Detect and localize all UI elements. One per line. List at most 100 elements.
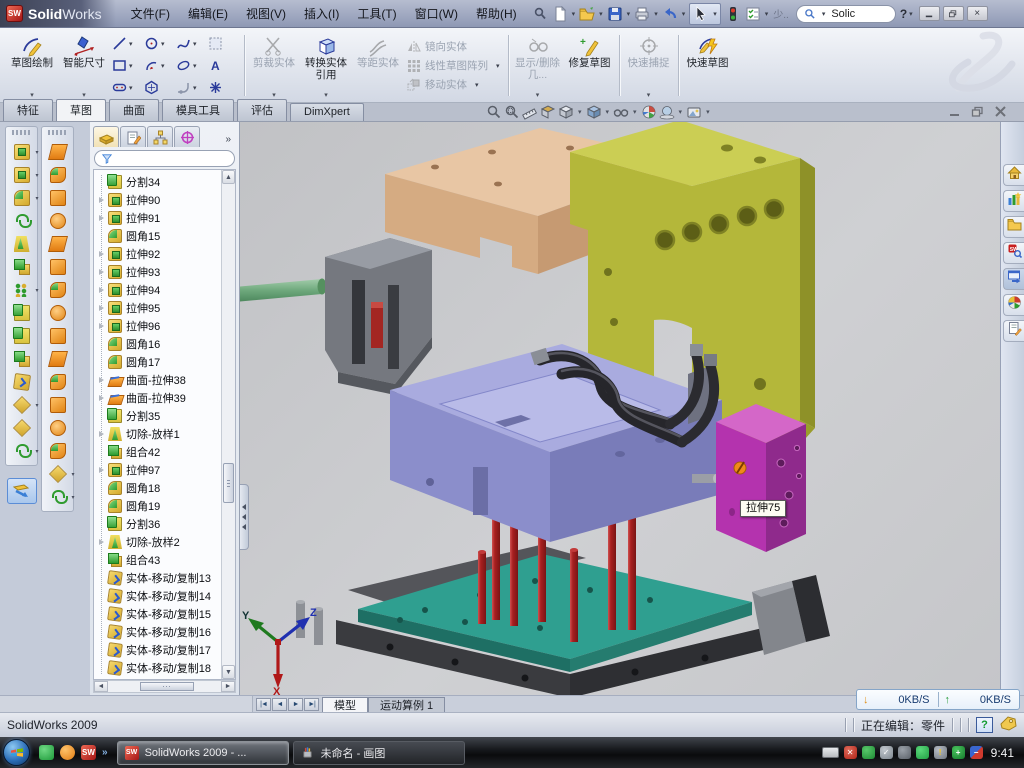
move-entities-button[interactable]: 移动实体▾ bbox=[407, 77, 502, 92]
tree-item[interactable]: 组合43 bbox=[97, 551, 221, 569]
sketch-fillet-dropdown-icon[interactable]: ▾ bbox=[193, 84, 197, 92]
print-dropdown-icon[interactable]: ▾ bbox=[654, 10, 658, 18]
ribbon-tab-3[interactable]: 模具工具 bbox=[162, 99, 234, 121]
features-tool-7[interactable] bbox=[14, 305, 30, 321]
new-document-icon[interactable] bbox=[550, 4, 570, 24]
expand-arrow-icon[interactable] bbox=[99, 287, 104, 293]
messenger-icon[interactable] bbox=[39, 745, 54, 760]
pin-icon[interactable] bbox=[530, 4, 550, 24]
surfaces-tool-11[interactable] bbox=[50, 397, 66, 413]
taskpane-tab-view-palette[interactable] bbox=[1003, 268, 1024, 290]
zoom-fit-icon[interactable] bbox=[486, 104, 502, 120]
restore-button[interactable] bbox=[943, 6, 964, 21]
rapid-sketch-button[interactable]: 快速草图 bbox=[682, 30, 734, 101]
minimize-button[interactable] bbox=[919, 6, 940, 21]
features-tool-0-dropdown-icon[interactable]: ▾ bbox=[35, 149, 38, 156]
expand-arrow-icon[interactable] bbox=[99, 395, 104, 401]
slot-tool[interactable]: ▾ bbox=[112, 77, 143, 98]
search-box[interactable]: ▾ Solic bbox=[796, 5, 896, 23]
options-checklist-icon[interactable] bbox=[743, 4, 763, 24]
circle-tool[interactable]: ▾ bbox=[144, 33, 175, 54]
features-tool-6-dropdown-icon[interactable]: ▾ bbox=[35, 287, 38, 294]
ribbon-tab-2[interactable]: 曲面 bbox=[109, 99, 159, 121]
scroll-track[interactable] bbox=[109, 681, 220, 692]
expand-arrow-icon[interactable] bbox=[99, 539, 104, 545]
open-dropdown-icon[interactable]: ▾ bbox=[599, 10, 603, 18]
taskpane-tab-custom-properties[interactable] bbox=[1003, 320, 1024, 342]
display-style-icon[interactable] bbox=[586, 104, 602, 120]
taskpane-tab-file-explorer[interactable] bbox=[1003, 216, 1024, 238]
features-tool-13-dropdown-icon[interactable]: ▾ bbox=[35, 448, 38, 455]
menu-item-5[interactable]: 窗口(W) bbox=[406, 1, 467, 26]
tree-horizontal-scrollbar[interactable]: ◄ ► bbox=[93, 680, 236, 693]
select-dropdown-icon[interactable]: ▾ bbox=[713, 10, 717, 18]
tree-item[interactable]: 实体-移动/复制18 bbox=[97, 659, 221, 677]
surfaces-tool-14[interactable]: ▾ bbox=[50, 466, 66, 482]
update-ok-tray-icon[interactable]: ✓ bbox=[880, 746, 893, 759]
display-delete-relations-button[interactable]: 显示/删除几... ▾ bbox=[512, 30, 564, 101]
quick-tips-help-button[interactable]: ? bbox=[976, 717, 993, 733]
smart-dimension-button[interactable]: 智能尺寸 ▾ bbox=[58, 30, 110, 101]
rectangle-tool[interactable]: ▾ bbox=[112, 55, 143, 76]
camera-icon[interactable] bbox=[686, 104, 702, 120]
scroll-down-icon[interactable]: ▼ bbox=[222, 665, 235, 679]
defender-tray-icon[interactable] bbox=[862, 746, 875, 759]
surfaces-tool-13[interactable] bbox=[50, 443, 66, 459]
menu-item-1[interactable]: 编辑(E) bbox=[179, 1, 237, 26]
quick-snaps-dropdown-icon[interactable]: ▾ bbox=[647, 91, 651, 101]
polygon-tool[interactable] bbox=[144, 77, 175, 98]
tree-item[interactable]: 曲面-拉伸38 bbox=[97, 371, 221, 389]
scroll-left-icon[interactable]: ◄ bbox=[94, 681, 108, 692]
tab-model[interactable]: 模型 bbox=[322, 697, 368, 712]
tree-item[interactable]: 圆角17 bbox=[97, 353, 221, 371]
display-style-dropdown-icon[interactable]: ▾ bbox=[606, 108, 610, 116]
section-view-icon[interactable] bbox=[540, 104, 556, 120]
scroll-thumb[interactable] bbox=[140, 682, 194, 691]
taskbar-window-solidworks[interactable]: SW SolidWorks 2009 - ... bbox=[117, 741, 289, 765]
ribbon-tab-1[interactable]: 草图 bbox=[56, 99, 106, 121]
menu-item-3[interactable]: 插入(I) bbox=[295, 1, 348, 26]
panel-overflow-chevron[interactable]: » bbox=[220, 134, 236, 147]
appearance-icon[interactable] bbox=[641, 104, 657, 120]
expand-arrow-icon[interactable] bbox=[99, 215, 104, 221]
tree-item[interactable]: 圆角15 bbox=[97, 227, 221, 245]
features-tool-2-dropdown-icon[interactable]: ▾ bbox=[35, 195, 38, 202]
tree-item[interactable]: 实体-移动/复制15 bbox=[97, 605, 221, 623]
taskpane-tab-home[interactable] bbox=[1003, 164, 1024, 186]
tree-item[interactable]: 分割34 bbox=[97, 173, 221, 191]
updates-pending-tray-icon[interactable]: − bbox=[970, 746, 983, 759]
search-input[interactable]: Solic bbox=[831, 8, 855, 20]
options-dropdown-icon[interactable]: ▾ bbox=[765, 10, 769, 18]
solidworks-quicklaunch-icon[interactable]: SW bbox=[81, 745, 96, 760]
tree-item[interactable]: 拉伸95 bbox=[97, 299, 221, 317]
hide-show-icon[interactable] bbox=[613, 104, 629, 120]
linear-sketch-pattern-button[interactable]: 线性草图阵列▾ bbox=[407, 58, 502, 73]
expand-arrow-icon[interactable] bbox=[99, 431, 104, 437]
expand-arrow-icon[interactable] bbox=[99, 305, 104, 311]
quick-snaps-button[interactable]: 快速捕捉 ▾ bbox=[623, 30, 675, 101]
toolbar-overflow-label[interactable]: 少.. bbox=[770, 6, 792, 21]
sketch-fillet-tool[interactable]: ▾ bbox=[176, 77, 207, 98]
surfaces-tool-3[interactable] bbox=[50, 213, 66, 229]
security-alert-tray-icon[interactable]: ✕ bbox=[844, 746, 857, 759]
features-tool-10[interactable] bbox=[14, 374, 30, 390]
taskpane-tab-solidworks-search[interactable]: SW bbox=[1003, 242, 1024, 264]
arc-dropdown-icon[interactable]: ▾ bbox=[161, 62, 165, 70]
menu-item-2[interactable]: 视图(V) bbox=[237, 1, 295, 26]
features-tool-13[interactable]: ▾ bbox=[14, 443, 30, 459]
expand-arrow-icon[interactable] bbox=[99, 467, 104, 473]
ribbon-tab-5[interactable]: DimXpert bbox=[290, 103, 364, 121]
view-orientation-dropdown-icon[interactable]: ▾ bbox=[578, 108, 582, 116]
toolbar-drag-handle[interactable] bbox=[12, 130, 32, 135]
ribbon-tab-0[interactable]: 特征 bbox=[3, 99, 53, 121]
doc-minimize-button[interactable] bbox=[946, 105, 962, 118]
surfaces-tool-8[interactable] bbox=[50, 328, 66, 344]
undo-icon[interactable] bbox=[660, 4, 680, 24]
surfaces-tool-4[interactable] bbox=[50, 236, 66, 252]
point-tool[interactable] bbox=[208, 77, 239, 98]
tag-icon[interactable] bbox=[1000, 716, 1017, 734]
taskbar-window-paint[interactable]: 未命名 - 画图 bbox=[293, 741, 465, 765]
tree-item[interactable]: 圆角16 bbox=[97, 335, 221, 353]
doc-close-button[interactable] bbox=[992, 105, 1008, 118]
propertymanager-tab[interactable] bbox=[120, 126, 146, 147]
